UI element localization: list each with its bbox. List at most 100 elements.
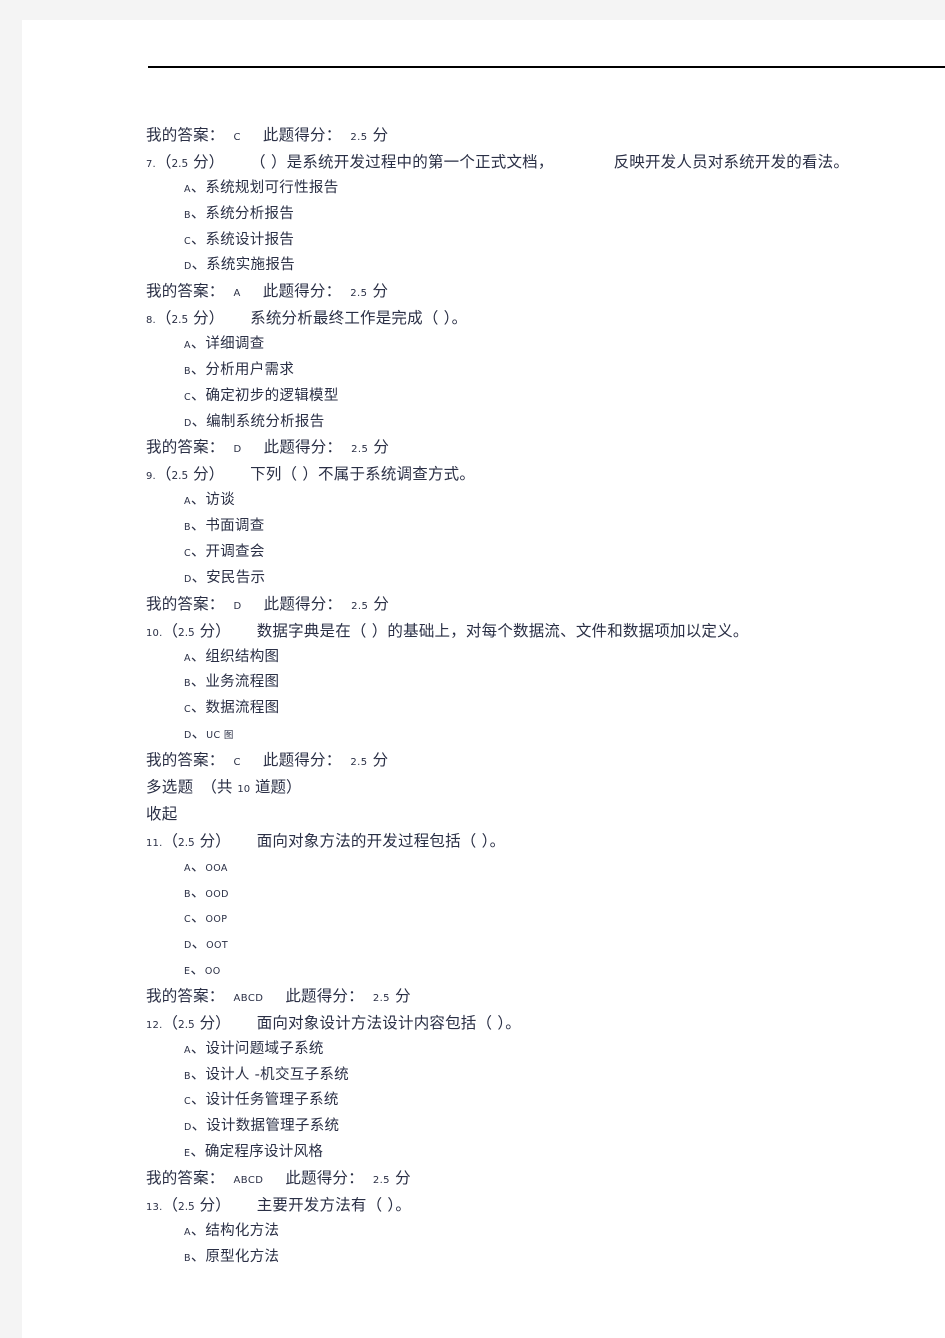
option-letter: D [184,417,192,429]
option-13-a[interactable]: A、结构化方法 [22,1222,945,1250]
option-letter: B [184,888,191,900]
option-separator: 、 [190,858,206,875]
collapse-toggle-label[interactable]: 收起 [146,805,178,823]
option-12-d[interactable]: D、设计数据管理子系统 [22,1119,945,1145]
question-number: 10. [146,627,163,639]
option-12-c[interactable]: C、设计任务管理子系统 [22,1093,945,1119]
option-separator: 、 [190,518,206,535]
question-score: （2.5 分） [155,309,225,328]
option-9-d[interactable]: D、安民告示 [22,571,945,597]
document-body: 我的答案： C 此题得分： 2.5 分 7.（2.5 分）（ ）是系统开发过程中的第一个… [22,126,945,1276]
option-11-c[interactable]: C、OOP [22,911,945,937]
option-8-c[interactable]: C、确定初步的逻辑模型 [22,389,945,415]
option-separator: 、 [190,961,205,978]
option-text: OOD [205,888,229,900]
answer-line-q7: 我的答案： A 此题得分： 2.5 分 [22,282,945,311]
option-letter: B [184,209,191,221]
option-separator: 、 [190,387,206,404]
question-7: 7.（2.5 分） （ ）是系统开发过程中的第一个正式文档， 反映开发人员对系统开发… [22,153,945,181]
option-11-a[interactable]: A、OOA [22,860,945,886]
option-11-d[interactable]: D、OOT [22,937,945,963]
option-letter: B [184,365,191,377]
option-text: 设计数据管理子系统 [206,1118,340,1135]
option-text: 组织结构图 [205,648,280,665]
option-8-d[interactable]: D、编制系统分析报告 [22,414,945,441]
option-text: 开调查会 [205,543,265,560]
score-unit: 分 [389,986,411,1005]
question-score: （2.5 分） [162,831,231,850]
option-7-d[interactable]: D、系统实施报告 [22,258,945,284]
option-7-a[interactable]: A、系统规划可行性报告 [22,181,945,207]
option-text: 结构化方法 [205,1222,280,1239]
my-answer-value: ABCD [233,1174,264,1186]
option-12-b[interactable]: B、设计人 -机交互子系统 [22,1067,945,1094]
score-unit: 分 [368,594,390,613]
option-11-b[interactable]: B、OOD [22,885,945,912]
my-answer-label: 我的答案： [146,126,225,144]
option-separator: 、 [190,910,206,927]
option-10-a[interactable]: A、组织结构图 [22,648,945,676]
option-12-e[interactable]: E、确定程序设计风格 [22,1145,945,1171]
question-8: 8.（2.5 分） 系统分析最终工作是完成（ ）。 [22,309,945,337]
option-letter: A [184,184,191,195]
option-separator: 、 [191,1118,207,1135]
question-score-value: 2.5 [178,836,195,849]
section-question-count: （共 10 道题） [201,777,302,796]
option-text: 系统规划可行性报告 [205,180,339,196]
collapse-toggle[interactable]: 收起 [22,805,945,834]
question-number: 13. [146,1201,163,1213]
option-text: 确定程序设计风格 [204,1143,324,1160]
option-separator: 、 [190,648,206,665]
score-label: 此题得分： [285,986,364,1005]
option-separator: 、 [190,1143,205,1160]
header-rule [148,66,945,68]
section-heading-multiple-choice: 多选题 （共 10 道题） [22,777,945,807]
option-10-d[interactable]: D、UC 图 [22,727,945,753]
option-letter: D [184,729,192,741]
option-separator: 、 [190,1222,206,1239]
score-label: 此题得分： [262,750,342,769]
option-separator: 、 [190,231,206,248]
option-10-c[interactable]: C、数据流程图 [22,701,945,727]
option-text: 系统设计报告 [205,231,295,248]
question-text: 面向对象方法的开发过程包括（ ）。 [256,831,506,850]
option-separator: 、 [190,180,206,196]
option-11-e[interactable]: E、OO [22,963,945,989]
option-text: 书面调查 [205,518,265,535]
score-label: 此题得分： [285,1168,364,1187]
option-separator: 、 [190,1040,206,1057]
question-10: 10.（2.5 分） 数据字典是在（ ）的基础上，对每个数据流、文件和数据项加以定… [22,623,945,650]
option-10-b[interactable]: B、业务流程图 [22,675,945,701]
option-letter: B [184,1070,191,1082]
my-answer-label: 我的答案： [146,282,225,301]
question-11: 11.（2.5 分） 面向对象方法的开发过程包括（ ）。 [22,831,945,860]
score-label: 此题得分： [263,438,343,457]
option-text: OO [204,965,221,977]
my-answer-label: 我的答案： [146,986,225,1005]
option-7-b[interactable]: B、系统分析报告 [22,207,945,233]
question-12: 12.（2.5 分） 面向对象设计方法设计内容包括（ ）。 [22,1013,945,1042]
question-text: 面向对象设计方法设计内容包括（ ）。 [256,1013,521,1032]
option-letter: C [184,391,191,403]
option-letter: B [184,1252,191,1264]
option-letter: D [184,573,192,585]
option-13-b[interactable]: B、原型化方法 [22,1248,945,1276]
score-unit: 分 [368,438,390,457]
question-9: 9.（2.5 分） 下列（ ）不属于系统调查方式。 [22,467,945,493]
option-9-b[interactable]: B、书面调查 [22,519,945,545]
option-letter: C [184,914,191,926]
option-8-b[interactable]: B、分析用户需求 [22,363,945,389]
section-count-value: 10 [237,783,251,795]
question-score-value: 2.5 [171,470,189,483]
option-7-c[interactable]: C、系统设计报告 [22,231,945,259]
option-separator: 、 [190,205,206,222]
option-text: 原型化方法 [205,1248,280,1265]
option-9-c[interactable]: C、开调查会 [22,545,945,571]
option-8-a[interactable]: A、详细调查 [22,337,945,363]
option-12-a[interactable]: A、设计问题域子系统 [22,1040,945,1068]
score-label: 此题得分： [262,282,342,301]
option-text: 设计问题域子系统 [205,1040,324,1057]
option-9-a[interactable]: A、访谈 [22,493,945,519]
option-separator: 、 [190,700,206,717]
question-score: （2.5 分） [155,153,225,171]
